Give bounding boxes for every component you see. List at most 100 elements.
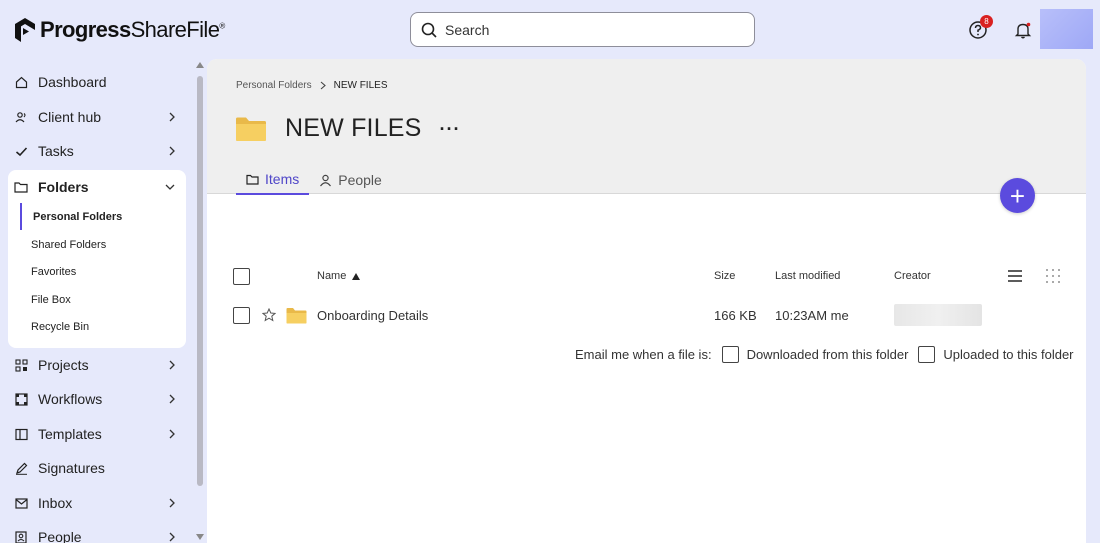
- breadcrumb: Personal Folders NEW FILES: [236, 80, 388, 91]
- sidebar-item-label: Folders: [38, 179, 89, 195]
- sidebar-scrollbar[interactable]: [195, 60, 205, 543]
- contact-icon: [14, 530, 28, 543]
- page-title: NEW FILES: [285, 114, 422, 142]
- file-size: 166 KB: [714, 307, 757, 323]
- more-options-icon[interactable]: ···: [440, 120, 461, 138]
- sidebar-item-workflows[interactable]: Workflows: [8, 382, 186, 416]
- search-placeholder: Search: [445, 21, 490, 38]
- chevron-right-icon: [169, 394, 175, 404]
- folder-icon: [286, 303, 307, 327]
- scroll-up-arrow-icon[interactable]: [196, 62, 204, 68]
- row-checkbox[interactable]: [233, 303, 250, 327]
- inbox-icon: [14, 496, 28, 510]
- breadcrumb-current: NEW FILES: [333, 80, 388, 91]
- chevron-right-icon: [169, 360, 175, 370]
- bell-icon[interactable]: [1013, 20, 1033, 40]
- grid-view-icon[interactable]: [1045, 266, 1061, 286]
- tab-label: People: [338, 172, 382, 188]
- main-panel: Personal Folders NEW FILES NEW FILES ···…: [207, 59, 1086, 543]
- file-creator: [894, 303, 982, 327]
- sidebar-item-label: Inbox: [38, 495, 73, 511]
- file-modified: 10:23AM me: [775, 307, 849, 323]
- workflow-icon: [14, 392, 28, 406]
- sidebar-item-label: Signatures: [38, 460, 105, 476]
- table-header: Name Size Last modified Creator: [233, 266, 1073, 286]
- sidebar-item-projects[interactable]: Projects: [8, 348, 186, 382]
- folders-section: Folders Personal Folders Shared Folders …: [8, 170, 186, 348]
- sharefile-logo[interactable]: ProgressShareFile®: [14, 15, 225, 45]
- star-icon[interactable]: [262, 303, 276, 327]
- downloaded-checkbox[interactable]: [721, 346, 739, 363]
- chevron-right-icon: [320, 81, 326, 90]
- column-size[interactable]: Size: [714, 266, 735, 286]
- email-label: Email me when a file is:: [575, 347, 712, 362]
- table-row[interactable]: Onboarding Details 166 KB 10:23AM me: [233, 303, 1073, 327]
- tab-items[interactable]: Items: [236, 165, 310, 195]
- folder-icon: [246, 174, 259, 185]
- sidebar-item-label: People: [38, 529, 82, 543]
- sidebar-item-people[interactable]: People: [8, 520, 186, 543]
- notification-badge: 8: [980, 15, 993, 28]
- downloaded-label[interactable]: Downloaded from this folder: [747, 347, 909, 362]
- scrollbar-thumb[interactable]: [197, 76, 203, 486]
- folder-icon: [14, 180, 28, 194]
- sidebar-item-label: Tasks: [38, 143, 74, 159]
- sidebar-subitem-shared-folders[interactable]: Shared Folders: [20, 231, 180, 258]
- sort-ascending-icon: [352, 272, 361, 280]
- chevron-right-icon: [169, 429, 175, 439]
- sidebar-item-tasks[interactable]: Tasks: [8, 134, 186, 168]
- scroll-down-arrow-icon[interactable]: [196, 534, 204, 540]
- breadcrumb-parent[interactable]: Personal Folders: [236, 80, 312, 91]
- sidebar-item-templates[interactable]: Templates: [8, 417, 186, 451]
- chevron-right-icon: [169, 498, 175, 508]
- pen-icon: [14, 461, 28, 475]
- sidebar-item-label: Dashboard: [38, 74, 107, 90]
- add-button[interactable]: +: [1000, 178, 1035, 213]
- file-name-link[interactable]: Onboarding Details: [317, 303, 428, 327]
- column-last-modified[interactable]: Last modified: [775, 266, 840, 286]
- folder-header: Personal Folders NEW FILES NEW FILES ···…: [207, 59, 1086, 195]
- progress-logo-icon: [15, 18, 35, 42]
- tab-label: Items: [265, 171, 300, 187]
- sidebar-item-folders[interactable]: Folders: [8, 170, 186, 204]
- sidebar-item-inbox[interactable]: Inbox: [8, 486, 186, 520]
- chevron-right-icon: [169, 146, 175, 156]
- chevron-right-icon: [169, 532, 175, 542]
- search-icon: [421, 22, 437, 38]
- logo-text: ProgressShareFile®: [40, 17, 225, 42]
- sidebar-subitem-file-box[interactable]: File Box: [20, 286, 180, 313]
- select-all-checkbox[interactable]: [233, 266, 250, 286]
- sidebar: Dashboard Client hub Tasks Folders Perso…: [0, 60, 195, 543]
- sidebar-item-client-hub[interactable]: Client hub: [8, 100, 186, 134]
- chevron-down-icon: [165, 184, 175, 190]
- home-icon: [14, 75, 28, 89]
- template-icon: [14, 427, 28, 441]
- list-view-icon[interactable]: [1008, 266, 1022, 286]
- avatar[interactable]: [1040, 9, 1093, 49]
- sidebar-subitem-personal-folders[interactable]: Personal Folders: [20, 203, 180, 230]
- sidebar-item-label: Projects: [38, 357, 89, 373]
- title-row: NEW FILES ···: [235, 114, 461, 143]
- sidebar-item-label: Workflows: [38, 391, 103, 407]
- tab-bar: Items People: [236, 165, 392, 195]
- sidebar-subitem-recycle-bin[interactable]: Recycle Bin: [20, 313, 180, 340]
- sidebar-item-label: Templates: [38, 426, 102, 442]
- projects-icon: [14, 358, 28, 372]
- column-creator[interactable]: Creator: [894, 266, 931, 286]
- uploaded-checkbox[interactable]: [918, 346, 936, 363]
- people-icon: [14, 110, 28, 124]
- tab-people[interactable]: People: [309, 165, 392, 195]
- email-notification-options: Email me when a file is: Downloaded from…: [575, 346, 1074, 363]
- uploaded-label[interactable]: Uploaded to this folder: [943, 347, 1073, 362]
- check-icon: [14, 144, 28, 158]
- sidebar-item-label: Client hub: [38, 109, 102, 125]
- person-icon: [320, 174, 332, 186]
- plus-icon: +: [1009, 180, 1026, 211]
- sidebar-item-signatures[interactable]: Signatures: [8, 451, 186, 485]
- search-input[interactable]: Search: [410, 12, 755, 47]
- chevron-right-icon: [169, 112, 175, 122]
- sidebar-subitem-favorites[interactable]: Favorites: [20, 258, 180, 285]
- folder-large-icon: [236, 117, 266, 141]
- column-name[interactable]: Name: [317, 266, 361, 286]
- sidebar-item-dashboard[interactable]: Dashboard: [8, 65, 186, 99]
